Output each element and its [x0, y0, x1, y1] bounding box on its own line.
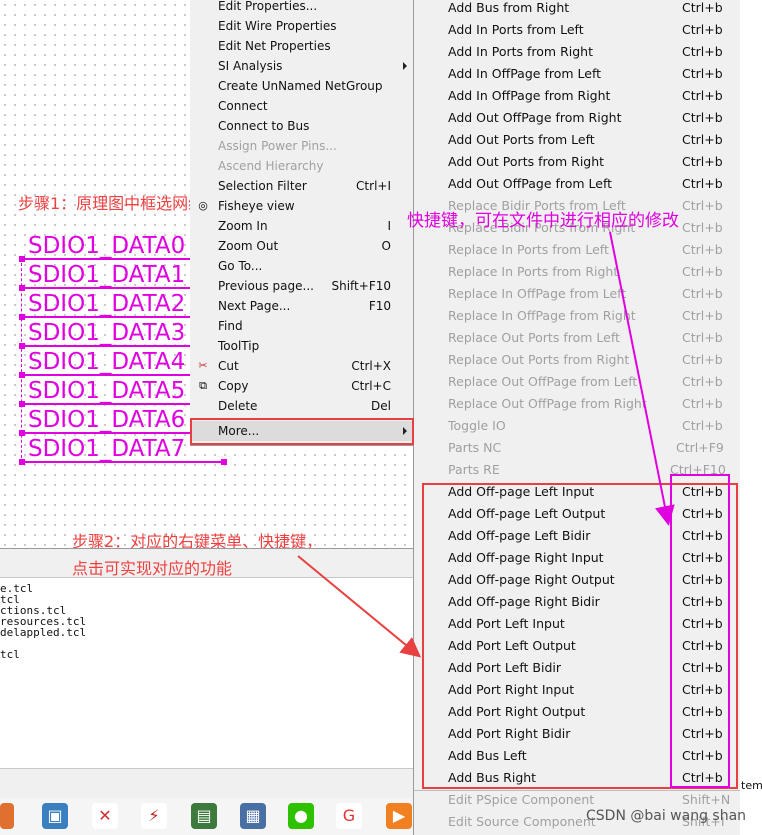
shortcut-arrow — [609, 231, 675, 526]
annotation-arrows — [297, 231, 675, 658]
step2-arrow — [297, 555, 422, 658]
watermark: CSDN @bai wang shan — [586, 808, 747, 824]
